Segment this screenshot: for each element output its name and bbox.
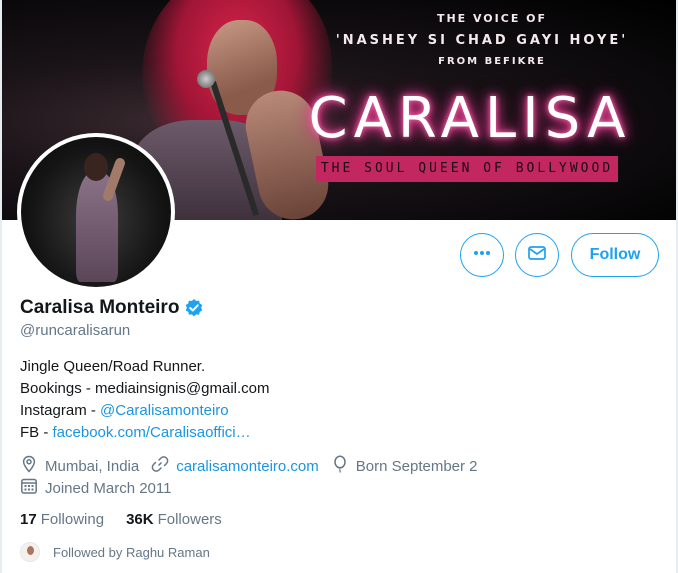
more-horizontal-icon (472, 243, 492, 268)
birthday-text: Born September 2 (355, 457, 478, 475)
followed-by-row[interactable]: Followed by Raghu Raman (20, 542, 210, 562)
profile-meta-row: Mumbai, India caralisamonteiro.com Born … (20, 455, 490, 477)
location-item: Mumbai, India (20, 455, 139, 477)
banner-name-neon: CARALISA (308, 86, 632, 151)
birthday-item: Born September 2 (331, 455, 478, 477)
banner-tagline: THE SOUL QUEEN OF BOLLYWOOD (316, 156, 618, 182)
following-stat[interactable]: 17 Following (20, 511, 104, 528)
facebook-link[interactable]: facebook.com/Caralisaoffici… (53, 424, 251, 441)
bio-label: FB - (20, 424, 53, 441)
link-icon (151, 455, 176, 477)
avatar-head (84, 153, 108, 181)
location-text: Mumbai, India (45, 457, 140, 475)
balloon-icon (331, 455, 356, 477)
following-label: Following (40, 511, 105, 528)
bio-line-instagram: Instagram - @Caralisamonteiro (20, 400, 270, 422)
website-item: caralisamonteiro.com (151, 455, 319, 477)
followers-count: 36K (126, 511, 154, 528)
profile-meta-row: Joined March 2011 (20, 477, 183, 499)
display-name: Caralisa Monteiro (20, 297, 180, 318)
bio-line: Bookings - mediainsignis@gmail.com (20, 380, 270, 397)
bio-line: Jingle Queen/Road Runner. (20, 358, 206, 375)
joined-item: Joined March 2011 (20, 477, 171, 499)
profile-bio: Jingle Queen/Road Runner. Bookings - med… (20, 356, 270, 444)
banner-from-line: FROM BEFIKRE (438, 56, 546, 67)
follow-stats: 17 Following 36K Followers (20, 511, 244, 528)
envelope-icon (527, 243, 547, 268)
follow-button[interactable]: Follow (571, 233, 659, 277)
calendar-icon (20, 477, 45, 499)
follower-avatar (20, 542, 40, 562)
banner-song-line: 'NASHEY SI CHAD GAYI HOYE' (335, 33, 629, 48)
instagram-link[interactable]: @Caralisamonteiro (100, 402, 229, 419)
more-options-button[interactable] (460, 233, 504, 277)
banner-microphone (197, 70, 215, 88)
name-row: Caralisa Monteiro (20, 297, 204, 319)
website-link[interactable]: caralisamonteiro.com (176, 458, 319, 475)
message-button[interactable] (515, 233, 559, 277)
followers-stat[interactable]: 36K Followers (126, 511, 222, 528)
followers-label: Followers (157, 511, 222, 528)
verified-badge-icon (184, 298, 204, 318)
banner-voice-line: THE VOICE OF (436, 12, 548, 25)
profile-avatar[interactable] (17, 133, 175, 291)
followed-by-text: Followed by Raghu Raman (53, 544, 210, 560)
location-pin-icon (20, 455, 45, 477)
bio-label: Instagram - (20, 402, 101, 419)
bio-line-facebook: FB - facebook.com/Caralisaoffici… (20, 422, 270, 444)
joined-text: Joined March 2011 (45, 479, 172, 497)
user-handle: @runcaralisarun (20, 322, 131, 339)
following-count: 17 (20, 511, 37, 528)
avatar-photo (21, 137, 171, 287)
